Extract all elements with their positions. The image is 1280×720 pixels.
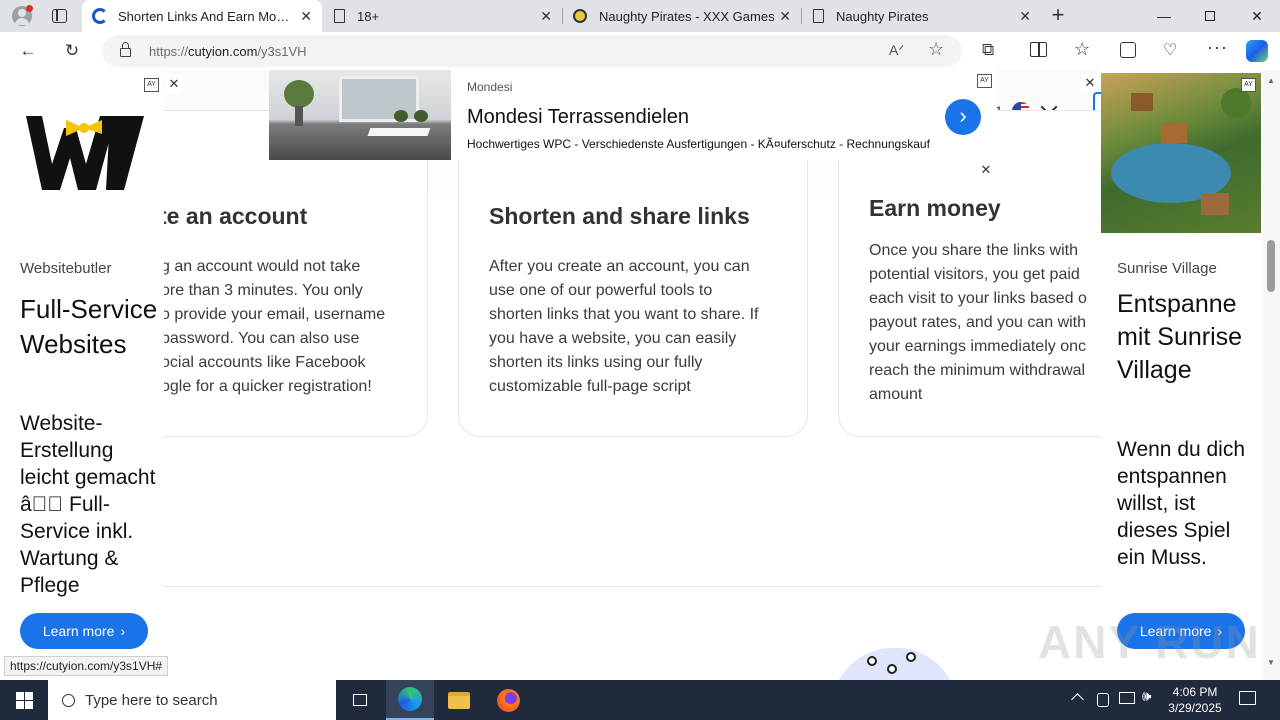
illustration-blob <box>832 648 957 680</box>
show-hidden-icons-chevron-icon[interactable] <box>1071 693 1084 706</box>
websitebutler-logo <box>26 112 144 192</box>
task-view-icon[interactable] <box>336 680 384 720</box>
ad-choices-icon[interactable]: AY <box>977 74 992 88</box>
ad-brand: Sunrise Village <box>1117 260 1217 277</box>
ad-left-websitebutler[interactable]: Websitebutler Full-Service Websites Webs… <box>4 70 164 680</box>
ad-next-arrow-button[interactable]: › <box>945 99 981 135</box>
notifications-icon[interactable] <box>1239 691 1256 705</box>
ad-choices-icon[interactable]: AY <box>1241 78 1256 92</box>
close-tab-icon[interactable]: ✕ <box>540 8 552 25</box>
ad-right-sunrise-village[interactable]: Sunrise Village Entspanne mit Sunrise Vi… <box>1101 70 1263 680</box>
device-icon[interactable] <box>1097 693 1109 707</box>
windows-taskbar: Type here to search 🕪 4:06 PM 3/29/2025 <box>0 680 1280 720</box>
address-input[interactable]: https://cutyion.com/y3s1VH Aᐟ ☆ <box>102 35 962 67</box>
tab-title: Naughty Pirates <box>836 8 929 24</box>
favorite-star-icon[interactable]: ☆ <box>928 39 944 60</box>
taskbar-clock[interactable]: 4:06 PM 3/29/2025 <box>1160 684 1230 716</box>
windows-start-icon[interactable] <box>0 680 48 720</box>
ad-close-icon[interactable]: ✕ <box>1081 74 1099 92</box>
cutyion-favicon-icon <box>92 8 108 24</box>
back-arrow-icon[interactable]: ← <box>15 39 41 63</box>
ad-brand: Mondesi <box>467 80 513 94</box>
page-scrollbar[interactable]: ▲ ▼ <box>1263 70 1280 680</box>
ad-title: Mondesi Terrassendielen <box>467 106 689 128</box>
close-tab-icon[interactable]: ✕ <box>300 8 312 25</box>
collections-icon[interactable] <box>1120 42 1136 58</box>
profile-avatar-icon[interactable] <box>12 5 33 26</box>
clock-time: 4:06 PM <box>1172 685 1218 699</box>
network-icon[interactable] <box>1119 692 1135 704</box>
more-menu-icon[interactable]: ··· <box>1207 37 1228 58</box>
tab-naughty-pirates-games[interactable]: Naughty Pirates - XXX Games ✕ <box>563 0 801 32</box>
favorites-icon[interactable]: ☆ <box>1074 39 1090 60</box>
tab-title: 18+ <box>357 8 380 24</box>
address-toolbar: ← ↻ https://cutyion.com/y3s1VH Aᐟ ☆ ⧉ ☆ … <box>0 32 1280 70</box>
chevron-right-icon: › <box>120 623 126 639</box>
firefox-icon[interactable] <box>484 680 532 720</box>
scroll-up-icon[interactable]: ▲ <box>1267 76 1275 85</box>
tab-18plus[interactable]: 18+ ✕ <box>324 0 562 32</box>
refresh-icon[interactable]: ↻ <box>59 39 85 63</box>
scroll-thumb[interactable] <box>1267 240 1275 292</box>
ad-close-icon[interactable]: ✕ <box>977 161 995 179</box>
clock-date: 3/29/2025 <box>1168 701 1222 715</box>
tab-naughty-pirates[interactable]: Naughty Pirates ✕ <box>803 0 1041 32</box>
copilot-icon[interactable] <box>1246 40 1268 62</box>
web-page: 1 te an account g an account would not t… <box>0 70 1280 680</box>
section-divider <box>164 586 1101 587</box>
card-title: Shorten and share links <box>489 203 750 229</box>
anyrun-watermark: ANY RUN <box>1038 616 1261 668</box>
close-tab-icon[interactable]: ✕ <box>779 8 791 25</box>
page-icon <box>334 9 345 23</box>
new-tab-plus-icon[interactable]: + <box>1046 4 1070 28</box>
ad-headline: Entspanne mit Sunrise Village <box>1117 290 1243 384</box>
ad-brand: Websitebutler <box>20 260 112 277</box>
search-icon <box>62 693 75 707</box>
card-text: After you create an account, you can use … <box>489 258 759 395</box>
tab-cutyion[interactable]: Shorten Links And Earn Money | ✕ <box>82 0 322 32</box>
tab-title: Shorten Links And Earn Money | <box>118 8 293 24</box>
tab-strip: Shorten Links And Earn Money | ✕ 18+ ✕ N… <box>0 0 1280 32</box>
url-text: https://cutyion.com/y3s1VH <box>149 44 307 59</box>
ad-choices-icon[interactable]: AY <box>144 78 159 92</box>
minimize-icon[interactable]: ― <box>1141 0 1187 32</box>
lock-icon[interactable] <box>120 48 131 57</box>
browser-essentials-icon[interactable]: ♡ <box>1163 40 1177 60</box>
status-bar-url: https://cutyion.com/y3s1VH# <box>4 656 169 676</box>
pirate-favicon-icon <box>573 9 587 23</box>
sunrise-village-game-image <box>1101 73 1261 233</box>
card-title: Earn money <box>869 195 1001 221</box>
edge-browser-icon[interactable] <box>386 680 434 720</box>
taskbar-search-input[interactable]: Type here to search <box>48 680 336 720</box>
ad-top-mondesi[interactable]: Mondesi Mondesi Terrassendielen Hochwert… <box>269 70 997 160</box>
ad-description: Hochwertiges WPC - Verschiedenste Ausfer… <box>467 137 930 151</box>
card-text: g an account would not take ore than 3 mi… <box>161 258 386 395</box>
ad-headline: Full-Service Websites <box>20 294 158 359</box>
card-text: Once you share the links with potential v… <box>869 242 1087 403</box>
extensions-icon[interactable]: ⧉ <box>982 40 994 60</box>
terrace-photo <box>269 70 451 160</box>
learn-more-button[interactable]: Learn more › <box>20 613 148 649</box>
ad-close-icon[interactable]: ✕ <box>165 75 183 93</box>
close-window-icon[interactable]: ✕ <box>1234 0 1280 32</box>
tab-actions-icon[interactable] <box>52 9 67 23</box>
volume-icon[interactable]: 🕪 <box>1142 688 1151 705</box>
card-title: te an account <box>159 203 308 229</box>
restore-icon[interactable] <box>1187 0 1233 32</box>
read-aloud-icon[interactable]: Aᐟ <box>889 42 904 59</box>
page-icon <box>813 9 824 23</box>
scroll-down-icon[interactable]: ▼ <box>1267 658 1275 667</box>
file-explorer-icon[interactable] <box>435 680 483 720</box>
tab-title: Naughty Pirates - XXX Games <box>599 8 775 24</box>
ad-body: Website-Erstellung leicht gemacht â   Fu… <box>20 412 156 597</box>
ad-body: Wenn du dich entspannen willst, ist dies… <box>1117 438 1246 569</box>
close-tab-icon[interactable]: ✕ <box>1019 8 1031 25</box>
